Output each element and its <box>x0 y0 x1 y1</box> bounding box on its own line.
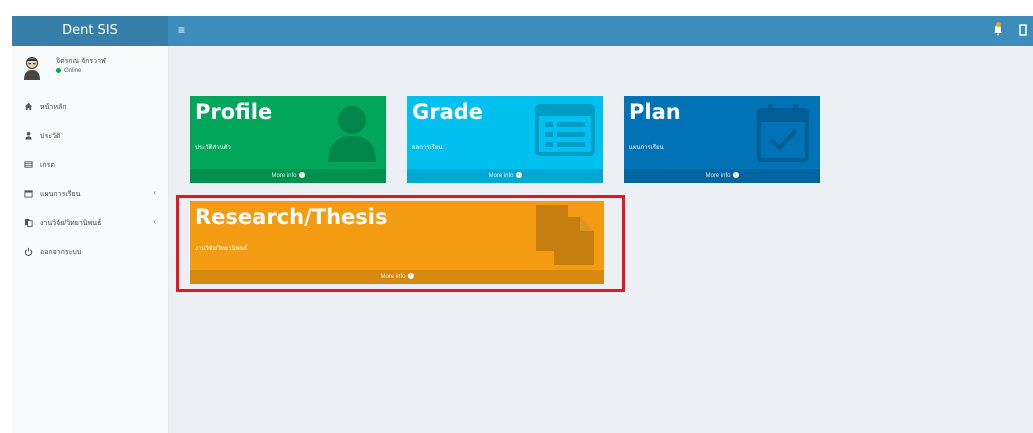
grade-card-subtitle: ผลการเรียน <box>412 145 443 151</box>
user-status: Online <box>56 68 81 74</box>
calendar-check-icon <box>757 104 809 162</box>
arrow-circle-right-icon: › <box>732 172 739 179</box>
plan-card-subtitle: แผนการเรียน <box>629 145 664 151</box>
power-icon <box>24 247 33 256</box>
profile-card-subtitle: ประวัติส่วนตัว <box>195 145 231 151</box>
plan-card-title: Plan <box>629 100 681 124</box>
more-info-label: More info <box>488 173 514 179</box>
sidebar-item-home[interactable]: หน้าหลัก <box>12 97 168 119</box>
profile-more-info-link[interactable]: More info › <box>190 169 386 183</box>
sidebar-item-research[interactable]: งานวิจัย/วิทยานิพนธ์ ‹ <box>12 213 168 235</box>
documents-icon <box>24 218 33 227</box>
list-icon <box>535 104 595 156</box>
sidebar: จิตรกณ จักรวาฬ Online หน้าหลัก ประวัติ เ… <box>12 46 169 433</box>
user-menu-icon[interactable] <box>1019 24 1027 39</box>
user-silhouette-icon <box>328 106 376 162</box>
grade-more-info-link[interactable]: More info › <box>407 169 603 183</box>
top-navbar: Dent SIS ≡ <box>12 16 1033 46</box>
arrow-circle-right-icon: › <box>515 172 522 179</box>
app-logo[interactable]: Dent SIS <box>12 16 168 46</box>
arrow-circle-right-icon: › <box>298 172 305 179</box>
avatar <box>24 57 40 80</box>
chevron-left-icon: ‹ <box>153 188 156 197</box>
notification-badge <box>996 22 1001 27</box>
sidebar-item-grade[interactable]: เกรด <box>12 155 168 177</box>
sidebar-item-label: ออกจากระบบ <box>40 249 82 256</box>
sidebar-item-logout[interactable]: ออกจากระบบ <box>12 242 168 264</box>
profile-card[interactable]: Profile ประวัติส่วนตัว More info › <box>190 96 386 183</box>
online-dot-icon <box>56 68 61 73</box>
user-icon <box>25 131 32 140</box>
sidebar-item-plan[interactable]: แผนการเรียน ‹ <box>12 184 168 206</box>
more-info-label: More info <box>705 173 731 179</box>
grade-table-icon <box>24 161 33 168</box>
grade-card[interactable]: Grade ผลการเรียน More info › <box>407 96 603 183</box>
sidebar-item-label: ประวัติ <box>40 133 61 140</box>
plan-more-info-link[interactable]: More info › <box>624 169 820 183</box>
calendar-icon <box>24 190 33 198</box>
sidebar-item-profile[interactable]: ประวัติ <box>12 126 168 148</box>
sidebar-item-label: หน้าหลัก <box>40 104 67 111</box>
more-info-label: More info <box>271 173 297 179</box>
sidebar-item-label: แผนการเรียน <box>40 191 81 198</box>
sidebar-item-label: เกรด <box>40 162 55 169</box>
chevron-left-icon: ‹ <box>153 217 156 226</box>
sidebar-toggle-icon[interactable]: ≡ <box>178 24 185 36</box>
highlight-box <box>176 195 625 292</box>
plan-card[interactable]: Plan แผนการเรียน More info › <box>624 96 820 183</box>
sidebar-item-label: งานวิจัย/วิทยานิพนธ์ <box>40 220 102 227</box>
profile-card-title: Profile <box>195 100 273 124</box>
home-icon <box>24 102 33 111</box>
grade-card-title: Grade <box>412 100 484 124</box>
user-panel: จิตรกณ จักรวาฬ Online <box>12 46 168 92</box>
user-status-label: Online <box>64 68 82 75</box>
user-name: จิตรกณ จักรวาฬ <box>56 58 106 65</box>
